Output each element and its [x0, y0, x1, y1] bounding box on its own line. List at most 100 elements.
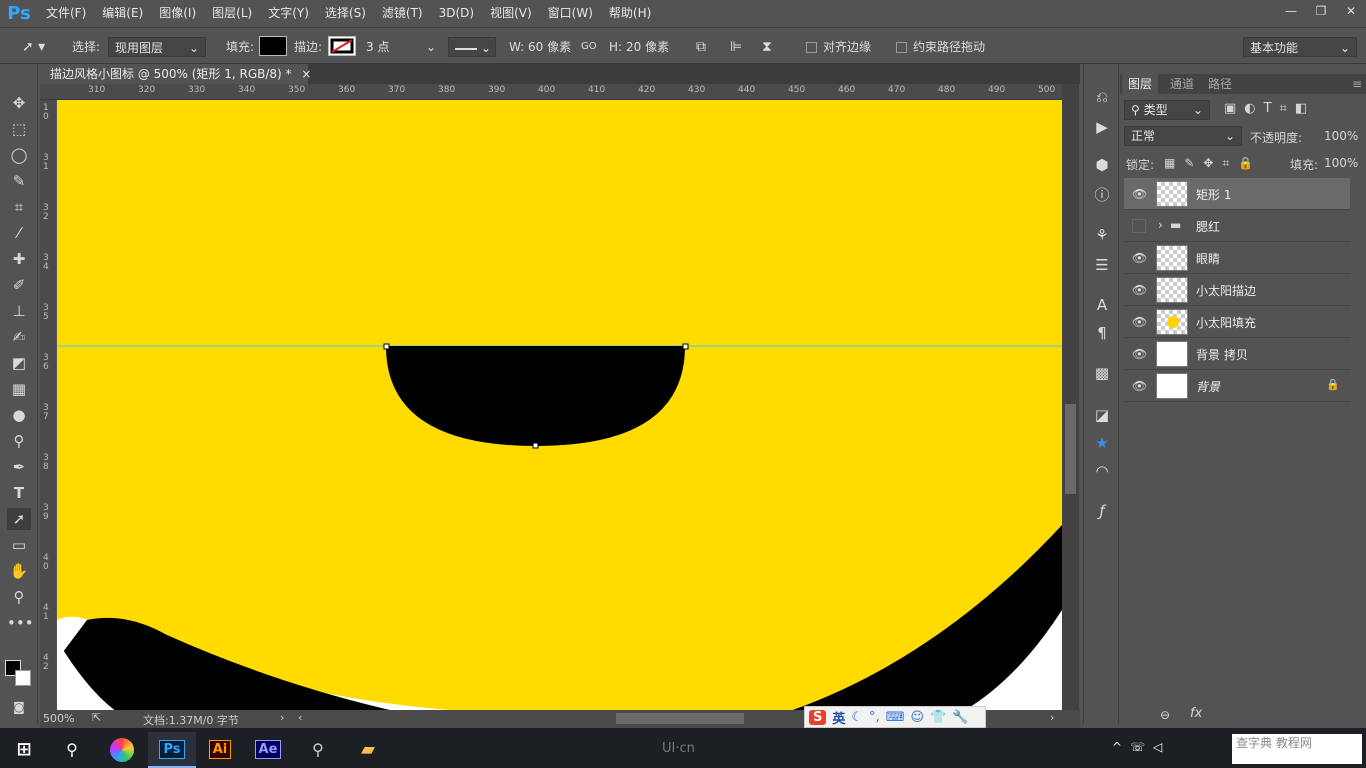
visibility-eye-icon[interactable]: 👁 — [1132, 315, 1147, 329]
menu-help[interactable]: 帮助(H) — [601, 0, 659, 27]
healing-brush-tool-icon[interactable]: ✚ — [7, 248, 31, 270]
moon-icon[interactable]: ☾ — [851, 710, 863, 725]
close-button[interactable]: ✕ — [1336, 0, 1366, 22]
document-size[interactable]: 文档:1.37M/0 字节 — [143, 712, 239, 728]
status-arrow-icon[interactable]: › — [280, 711, 284, 724]
dodge-tool-icon[interactable]: ⚲ — [7, 430, 31, 452]
tab-channels[interactable]: 通道 — [1164, 74, 1200, 94]
anchor-point-bottom[interactable] — [532, 442, 539, 449]
sogou-icon[interactable]: S — [809, 709, 827, 725]
system-tray-icons[interactable]: ^☏◁ — [1112, 740, 1170, 754]
menu-layer[interactable]: 图层(L) — [204, 0, 260, 27]
brush-settings-icon[interactable]: ⚘ — [1091, 224, 1113, 246]
link-layers-icon[interactable]: ⊖ — [1160, 708, 1170, 722]
layer-row[interactable]: 👁 背景 🔒 — [1124, 370, 1350, 402]
color-app-icon[interactable] — [98, 732, 146, 768]
path-operations-icon[interactable]: ⧉ — [696, 37, 706, 57]
scroll-right-icon[interactable]: › — [1050, 711, 1054, 724]
keyboard-icon[interactable]: ⌨ — [886, 710, 905, 725]
vertical-scroll-thumb[interactable] — [1065, 404, 1076, 494]
lasso-tool-icon[interactable]: ◯ — [7, 144, 31, 166]
layer-filter-dropdown[interactable]: ⚲ 类型 ⌄ — [1124, 100, 1210, 120]
taskbar-tool[interactable]: ⚲ — [294, 732, 342, 768]
layer-row[interactable]: › ▬ 腮红 — [1124, 210, 1350, 242]
fill-value[interactable]: 100% — [1324, 156, 1358, 170]
windows-start-icon[interactable]: ⊞ — [0, 732, 48, 768]
tab-close-icon[interactable]: × — [301, 67, 311, 81]
lock-icons[interactable]: ▦✎✥⌗🔒 — [1164, 156, 1262, 171]
ime-language[interactable]: 英 — [832, 708, 845, 727]
tab-layers[interactable]: 图层 — [1122, 74, 1159, 94]
height-value[interactable]: 20 像素 — [626, 37, 669, 57]
rectangle-tool-icon[interactable]: ▭ — [7, 534, 31, 556]
visibility-eye-icon[interactable]: 👁 — [1132, 379, 1147, 393]
skin-icon[interactable]: 👕 — [930, 710, 946, 725]
font-icon[interactable]: ƒ — [1091, 500, 1113, 522]
layer-row[interactable]: 👁 矩形 1 — [1124, 178, 1350, 210]
user-icon[interactable]: ☺ — [910, 710, 924, 725]
layer-row[interactable]: 👁 小太阳描边 — [1124, 274, 1350, 306]
link-icon[interactable]: GO — [581, 37, 597, 57]
vertical-scrollbar[interactable] — [1062, 84, 1079, 710]
glyphs-icon[interactable]: ▩ — [1091, 362, 1113, 384]
file-explorer-icon[interactable]: ▰ — [344, 732, 392, 768]
visibility-off-icon[interactable] — [1132, 219, 1146, 233]
layer-filter-icons[interactable]: ▣◐T⌗◧ — [1224, 101, 1315, 116]
menu-type[interactable]: 文字(Y) — [260, 0, 317, 27]
menu-image[interactable]: 图像(I) — [151, 0, 204, 27]
align-edges-checkbox[interactable]: 对齐边缘 — [806, 37, 871, 57]
path-alignment-icon[interactable]: ⊫ — [730, 37, 742, 57]
eraser-tool-icon[interactable]: ◩ — [7, 352, 31, 374]
pen-tool-icon[interactable]: ✒ — [7, 456, 31, 478]
document-tab[interactable]: 描边风格小图标 @ 500% (矩形 1, RGB/8) * × — [40, 64, 311, 84]
hand-tool-icon[interactable]: ✋ — [7, 560, 31, 582]
stroke-type-dropdown[interactable]: ⌄ — [448, 37, 496, 57]
layer-row[interactable]: 👁 小太阳填充 — [1124, 306, 1350, 338]
zoom-tool-icon[interactable]: ⚲ — [7, 586, 31, 608]
width-value[interactable]: 60 像素 — [528, 37, 571, 57]
menu-filter[interactable]: 滤镜(T) — [374, 0, 431, 27]
quick-select-tool-icon[interactable]: ✎ — [7, 170, 31, 192]
history-icon[interactable]: ⎌ — [1091, 86, 1113, 108]
mouth-shape[interactable] — [386, 346, 685, 446]
visibility-eye-icon[interactable]: 👁 — [1132, 347, 1147, 361]
crop-tool-icon[interactable]: ⌗ — [7, 196, 31, 218]
expand-arrow-icon[interactable]: › — [1158, 218, 1163, 232]
share-icon[interactable]: ⇱ — [92, 711, 101, 724]
paragraph-icon[interactable]: ¶ — [1091, 322, 1113, 344]
menu-select[interactable]: 选择(S) — [317, 0, 374, 27]
layer-style-icon[interactable]: fx — [1190, 706, 1202, 721]
marquee-tool-icon[interactable]: ⬚ — [7, 118, 31, 140]
search-icon[interactable]: ⚲ — [48, 732, 96, 768]
gradient-tool-icon[interactable]: ▦ — [7, 378, 31, 400]
workspace-dropdown[interactable]: 基本功能 ⌄ — [1243, 37, 1357, 57]
more-tools-icon[interactable]: ••• — [7, 612, 34, 634]
menu-window[interactable]: 窗口(W) — [540, 0, 601, 27]
constrain-path-checkbox[interactable]: 约束路径拖动 — [896, 37, 985, 57]
anchor-point-left[interactable] — [383, 343, 390, 350]
eyedropper-tool-icon[interactable]: ⁄ — [7, 222, 31, 244]
styles-icon[interactable]: ◠ — [1091, 460, 1113, 482]
document-canvas[interactable] — [57, 100, 1062, 710]
3d-icon[interactable]: ⬢ — [1091, 154, 1113, 176]
layer-row[interactable]: 👁 背景 拷贝 — [1124, 338, 1350, 370]
visibility-eye-icon[interactable]: 👁 — [1132, 251, 1147, 265]
stroke-size-dropdown[interactable]: 3 点 ⌄ — [360, 37, 442, 57]
visibility-eye-icon[interactable]: 👁 — [1132, 187, 1147, 201]
character-icon[interactable]: A — [1091, 294, 1113, 316]
menu-3d[interactable]: 3D(D) — [431, 0, 482, 27]
menu-file[interactable]: 文件(F) — [38, 0, 94, 27]
blur-tool-icon[interactable]: ● — [7, 404, 31, 426]
taskbar-illustrator[interactable]: Ai — [196, 732, 244, 768]
restore-button[interactable]: ❐ — [1306, 0, 1336, 22]
info-icon[interactable]: ⓘ — [1091, 184, 1113, 206]
direct-select-tool-icon[interactable]: ➚ ▾ — [22, 37, 45, 57]
anchor-point-right[interactable] — [682, 343, 689, 350]
stroke-color-swatch[interactable] — [328, 36, 356, 56]
brush-tool-icon[interactable]: ✐ — [7, 274, 31, 296]
background-color-swatch[interactable] — [15, 670, 31, 686]
path-arrangement-icon[interactable]: ⧗ — [762, 37, 772, 57]
path-select-tool-icon[interactable]: ➚ — [7, 508, 31, 530]
quick-mask-icon[interactable]: ◙ — [7, 696, 31, 718]
history-brush-tool-icon[interactable]: ✍ — [7, 326, 31, 348]
